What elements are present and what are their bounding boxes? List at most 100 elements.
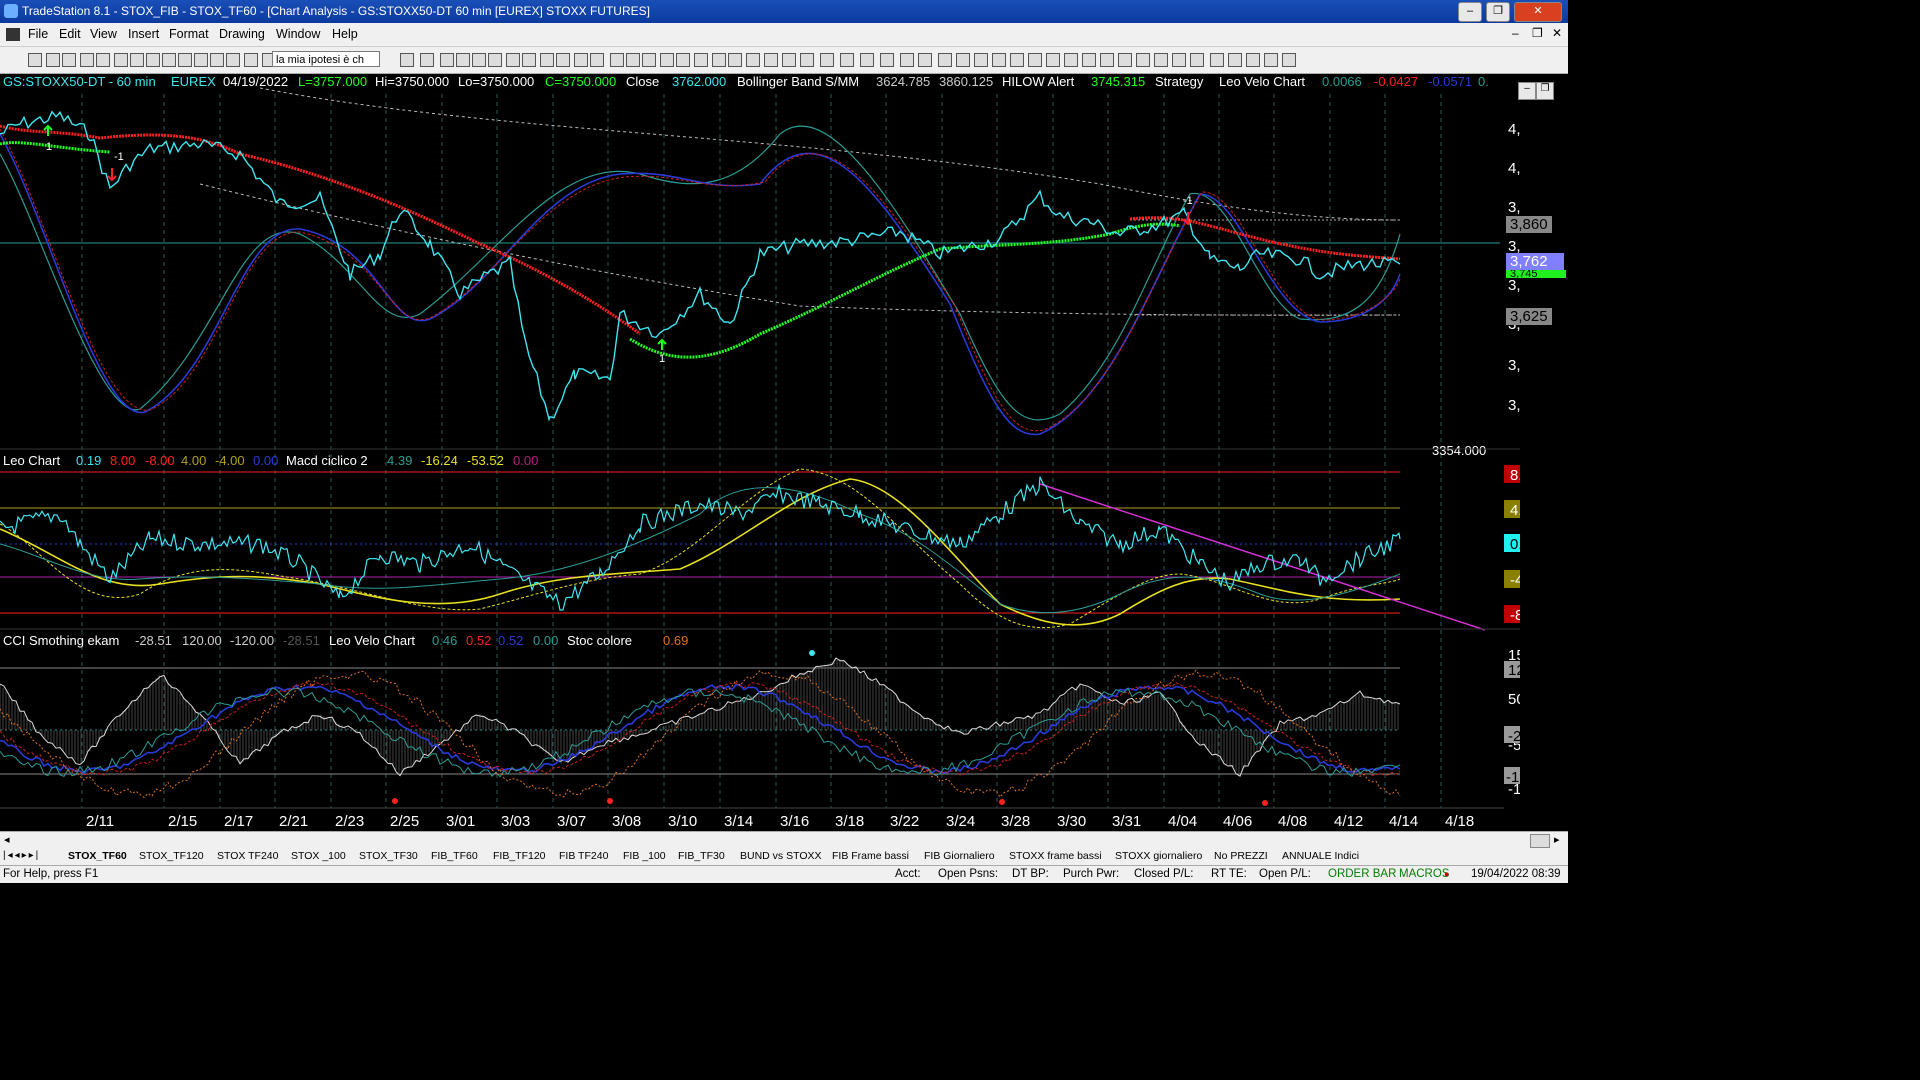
toolbar-tool-icon[interactable] [226,53,240,67]
tab-fib-frame-bassi[interactable]: FIB Frame bassi [832,850,909,862]
toolbar-tool-icon[interactable] [660,53,674,67]
mdi-restore-button[interactable]: ❐ [1532,26,1543,40]
toolbar-tool-icon[interactable] [820,53,834,67]
toolbar-tool-icon[interactable] [28,53,42,67]
toolbar-tool-icon[interactable] [728,53,742,67]
mdi-minimize-button[interactable]: – [1512,26,1519,40]
toolbar-tool-icon[interactable] [178,53,192,67]
tab-stox-tf60[interactable]: STOX_TF60 [68,850,127,862]
toolbar-tool-icon[interactable] [956,53,970,67]
toolbar-tool-icon[interactable] [712,53,726,67]
toolbar-tool-icon[interactable] [1118,53,1132,67]
toolbar-tool-icon[interactable] [694,53,708,67]
toolbar-tool-icon[interactable] [992,53,1006,67]
toolbar-tool-icon[interactable] [472,53,486,67]
toolbar-tool-icon[interactable] [1228,53,1242,67]
tab-fib-tf240[interactable]: FIB TF240 [559,850,608,862]
toolbar-tool-icon[interactable] [880,53,894,67]
toolbar-tool-icon[interactable] [1100,53,1114,67]
toolbar-tool-icon[interactable] [938,53,952,67]
toolbar-tool-icon[interactable] [900,53,914,67]
horizontal-scrollbar[interactable]: ◂ ▸ [0,831,1568,849]
minimize-button[interactable]: – [1458,2,1482,22]
toolbar-tool-icon[interactable] [746,53,760,67]
tab-annuale-indici[interactable]: ANNUALE Indici [1282,850,1359,862]
toolbar-tool-icon[interactable] [1246,53,1260,67]
toolbar-tool-icon[interactable] [440,53,454,67]
toolbar-tool-icon[interactable] [1172,53,1186,67]
menu-format[interactable]: Format [169,27,209,41]
chart-analysis-area[interactable]: GS:STOXX50-DT - 60 min EUREX 04/19/2022 … [0,74,1568,830]
tab-fib-tf30[interactable]: FIB_TF30 [678,850,725,862]
menu-help[interactable]: Help [332,27,358,41]
menu-edit[interactable]: Edit [59,27,81,41]
scroll-right-icon[interactable]: ▸ [1554,833,1560,846]
toolbar-tool-icon[interactable] [210,53,224,67]
toolbar-tool-icon[interactable] [162,53,176,67]
drawing-text-combo[interactable]: la mia ipotesi è ch [272,51,380,67]
toolbar-tool-icon[interactable] [1264,53,1278,67]
tab-nav-arrows-icon[interactable]: |◂◂▸▸| [3,850,40,861]
order-bar-button[interactable]: ORDER BAR [1328,868,1396,880]
tab-stox-tf240[interactable]: STOX TF240 [217,850,278,862]
toolbar-tool-icon[interactable] [1154,53,1168,67]
toolbar-tool-icon[interactable] [540,53,554,67]
toolbar-tool-icon[interactable] [626,53,640,67]
toolbar-tool-icon[interactable] [456,53,470,67]
toolbar-tool-icon[interactable] [488,53,502,67]
tab-stox-tf120[interactable]: STOX_TF120 [139,850,204,862]
toolbar-tool-icon[interactable] [62,53,76,67]
toolbar-tool-icon[interactable] [80,53,94,67]
menu-drawing[interactable]: Drawing [219,27,265,41]
toolbar-tool-icon[interactable] [1028,53,1042,67]
mdi-close-button[interactable]: ✕ [1552,26,1562,40]
tab-stox-100[interactable]: STOX _100 [291,850,346,862]
menu-window[interactable]: Window [276,27,320,41]
toolbar-tool-icon[interactable] [642,53,656,67]
toolbar-tool-icon[interactable] [146,53,160,67]
toolbar-tool-icon[interactable] [590,53,604,67]
tab-no-prezzi[interactable]: No PREZZI [1214,850,1268,862]
menu-insert[interactable]: Insert [128,27,159,41]
toolbar-tool-icon[interactable] [1136,53,1150,67]
toolbar-tool-icon[interactable] [130,53,144,67]
trend-line[interactable] [1039,483,1486,631]
toolbar-tool-icon[interactable] [194,53,208,67]
tab-fib-giornaliero[interactable]: FIB Giornaliero [924,850,995,862]
toolbar-tool-icon[interactable] [764,53,778,67]
tab-fib-100[interactable]: FIB _100 [623,850,666,862]
tab-stox-tf30[interactable]: STOX_TF30 [359,850,418,862]
menu-file[interactable]: File [28,27,48,41]
chart-svg[interactable]: GS:STOXX50-DT - 60 min EUREX 04/19/2022 … [0,74,1568,830]
menu-view[interactable]: View [90,27,117,41]
tab-fib-tf120[interactable]: FIB_TF120 [493,850,546,862]
chart-window-icon[interactable] [6,28,20,41]
chart-minimize-button[interactable]: – [1518,82,1536,100]
toolbar-tool-icon[interactable] [244,53,258,67]
tab-stoxx-giornaliero[interactable]: STOXX giornaliero [1115,850,1202,862]
toolbar-tool-icon[interactable] [610,53,624,67]
tab-fib-tf60[interactable]: FIB_TF60 [431,850,478,862]
close-button[interactable]: ✕ [1514,2,1562,22]
toolbar-tool-icon[interactable] [1010,53,1024,67]
toolbar-tool-icon[interactable] [46,53,60,67]
toolbar-tool-icon[interactable] [840,53,854,67]
tab-stoxx-frame-bassi[interactable]: STOXX frame bassi [1009,850,1102,862]
toolbar-tool-icon[interactable] [800,53,814,67]
macros-button[interactable]: MACROS [1399,868,1449,880]
toolbar-tool-icon[interactable] [522,53,536,67]
toolbar-tool-icon[interactable] [1064,53,1078,67]
scroll-left-icon[interactable]: ◂ [4,833,10,846]
toolbar-tool-icon[interactable] [1190,53,1204,67]
scroll-thumb[interactable] [1530,834,1550,848]
toolbar-tool-icon[interactable] [420,53,434,67]
toolbar-tool-icon[interactable] [556,53,570,67]
toolbar-tool-icon[interactable] [1282,53,1296,67]
toolbar-tool-icon[interactable] [676,53,690,67]
toolbar-tool-icon[interactable] [918,53,932,67]
toolbar-tool-icon[interactable] [782,53,796,67]
toolbar-tool-icon[interactable] [574,53,588,67]
toolbar-tool-icon[interactable] [400,53,414,67]
toolbar-tool-icon[interactable] [1082,53,1096,67]
toolbar-tool-icon[interactable] [1046,53,1060,67]
